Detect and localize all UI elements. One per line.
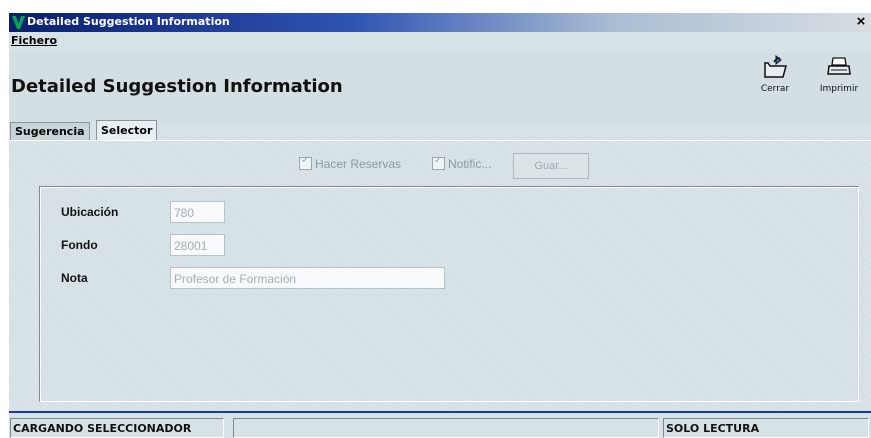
notific-label: Notific... [448,157,492,171]
page-header: Detailed Suggestion Information Cerrar I… [9,52,871,122]
fondo-label: Fondo [61,238,98,252]
app-logo-icon [12,16,25,29]
fondo-field[interactable]: 28001 [170,234,225,256]
close-icon[interactable]: × [853,13,869,31]
close-button[interactable]: Cerrar [750,54,800,116]
ubicacion-label: Ubicación [61,205,119,219]
checkbox-icon [299,155,312,170]
nota-field[interactable]: Profesor de Formación [170,267,445,289]
form-panel: Ubicación 780 Fondo 28001 Nota Profesor … [39,186,859,402]
guardar-button[interactable]: Guar... [513,153,589,179]
print-button-label: Imprimir [819,84,859,94]
checkbox-icon [432,155,445,170]
page-title: Detailed Suggestion Information [11,76,343,97]
menu-fichero[interactable]: Fichero [11,34,57,47]
status-right: SOLO LECTURA [663,418,869,438]
window-title: Detailed Suggestion Information [27,15,230,28]
menu-bar: Fichero [9,32,871,52]
status-left: CARGANDO SELECCIONADOR [10,418,224,438]
app-window: Detailed Suggestion Information × Ficher… [9,13,871,438]
hacer-reservas-label: Hacer Reservas [315,157,402,171]
tab-sugerencia[interactable]: Sugerencia [10,122,90,141]
title-bar[interactable]: Detailed Suggestion Information × [9,13,871,32]
close-button-label: Cerrar [760,84,790,94]
tab-strip: Sugerencia Selector [9,120,871,141]
tab-content: Hacer Reservas Notific... Guar... Ubicac… [9,140,871,411]
tab-selector[interactable]: Selector [96,120,158,141]
folder-close-icon [764,54,787,78]
ubicacion-field[interactable]: 780 [170,201,225,223]
hacer-reservas-checkbox[interactable]: Hacer Reservas [299,155,402,171]
status-bar: CARGANDO SELECCIONADOR SOLO LECTURA [9,411,871,438]
print-button[interactable]: Imprimir [814,54,864,116]
status-middle [233,418,659,438]
nota-label: Nota [61,271,88,285]
notific-checkbox[interactable]: Notific... [432,155,492,171]
printer-icon [827,57,851,75]
